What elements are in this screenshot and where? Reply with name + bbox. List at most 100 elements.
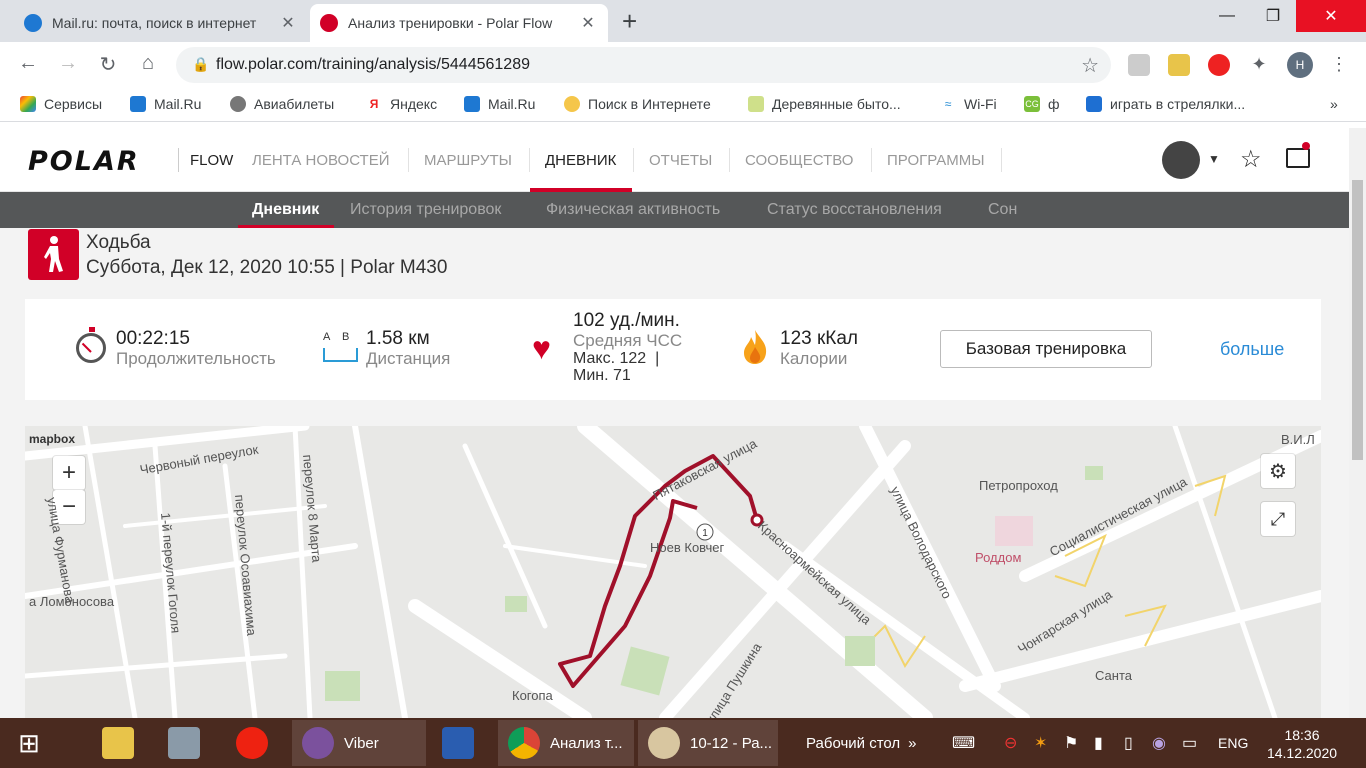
tab-mailru[interactable]: Mail.ru: почта, поиск в интернет ✕	[14, 4, 308, 42]
divider	[529, 148, 530, 172]
notifications-icon[interactable]	[1286, 142, 1310, 168]
lock-icon[interactable]: 🔒	[192, 56, 209, 73]
system-clock[interactable]: 18:36 14.12.2020	[1264, 726, 1340, 762]
nav-routes[interactable]: МАРШРУТЫ	[424, 152, 512, 169]
nav-diary[interactable]: ДНЕВНИК	[545, 152, 616, 169]
polar-logo[interactable]: POLAR	[28, 146, 140, 177]
maximize-button[interactable]: ❐	[1250, 0, 1296, 32]
apps-grid-icon	[20, 96, 36, 112]
extension-grid-icon[interactable]	[1168, 54, 1190, 76]
chevron-down-icon[interactable]: ▼	[1208, 152, 1220, 166]
network-signal-icon[interactable]: ▮	[1094, 720, 1103, 766]
forward-arrow-icon[interactable]: →	[54, 52, 82, 75]
bookmark-wooden[interactable]: Деревянные быто...	[748, 96, 901, 112]
divider	[178, 148, 179, 172]
bookmark-search[interactable]: Поиск в Интернете	[564, 96, 711, 112]
user-avatar[interactable]	[1162, 141, 1200, 179]
settings-gear-icon[interactable]: ⚙	[1261, 454, 1295, 488]
polar-header: POLAR FLOW ЛЕНТА НОВОСТЕЙ МАРШРУТЫ ДНЕВН…	[0, 128, 1349, 192]
taskbar-label: Рабочий стол	[806, 734, 901, 752]
close-window-button[interactable]: ✕	[1296, 0, 1366, 32]
flag-icon[interactable]: ⚑	[1064, 720, 1078, 766]
route-map[interactable]: 1 mapbox + − ⚙ ⤢ Червоный переулок улица…	[25, 426, 1321, 718]
nav-community[interactable]: СООБЩЕСТВО	[745, 152, 853, 169]
bookmark-flights[interactable]: Авиабилеты	[230, 96, 334, 112]
nav-newsfeed[interactable]: ЛЕНТА НОВОСТЕЙ	[252, 152, 389, 169]
taskbar-save[interactable]	[432, 720, 484, 766]
min-hr: Мин. 71	[573, 367, 631, 384]
taskbar-label: Анализ т...	[550, 734, 623, 752]
windows-start-icon[interactable]: ⊞	[0, 720, 58, 766]
map-label: Петропроход	[979, 478, 1058, 493]
bookmark-label: Mail.Ru	[488, 96, 536, 112]
new-tab-button[interactable]: +	[622, 6, 637, 37]
bookmark-games[interactable]: играть в стрелялки...	[1086, 96, 1245, 112]
folder-icon	[102, 727, 134, 759]
subnav-sleep[interactable]: Сон	[988, 201, 1017, 219]
taskbar-explorer[interactable]	[92, 720, 144, 766]
taskbar-opera[interactable]	[226, 720, 278, 766]
opera-icon	[236, 727, 268, 759]
display-icon[interactable]: ▭	[1182, 720, 1197, 766]
battery-icon[interactable]: ▯	[1124, 720, 1133, 766]
viber-icon	[302, 727, 334, 759]
bookmark-label: Mail.Ru	[154, 96, 202, 112]
extension-mail-icon[interactable]	[1128, 54, 1150, 76]
menu-dots-icon[interactable]: ⋮	[1328, 54, 1350, 76]
viber-tray-icon[interactable]: ◉	[1152, 720, 1166, 766]
taskbar-paint[interactable]: 10-12 - Ра...	[638, 720, 778, 766]
taskbar-viber[interactable]: Viber	[292, 720, 426, 766]
taskbar-chrome[interactable]: Анализ т...	[498, 720, 634, 766]
nav-reports[interactable]: ОТЧЕТЫ	[649, 152, 712, 169]
tab-polar-flow[interactable]: Анализ тренировки - Polar Flow ✕	[310, 4, 608, 42]
bookmark-label: ф	[1048, 96, 1060, 112]
reload-icon[interactable]: ↻	[94, 52, 122, 77]
minimize-button[interactable]: —	[1204, 0, 1250, 32]
language-indicator[interactable]: ENG	[1218, 720, 1248, 766]
bookmarks-overflow-icon[interactable]: »	[1330, 96, 1338, 112]
bookmark-label: Яндекс	[390, 96, 438, 112]
bookmark-wifi[interactable]: ≈ Wi-Fi	[940, 96, 997, 112]
home-icon[interactable]: ⌂	[134, 52, 162, 75]
training-type-button[interactable]: Базовая тренировка	[940, 330, 1152, 368]
puzzle-icon[interactable]: ✦	[1248, 54, 1270, 76]
fullscreen-icon[interactable]: ⤢	[1261, 502, 1295, 536]
duration-value: 00:22:15	[116, 328, 190, 349]
tab-close-icon[interactable]: ✕	[278, 13, 298, 33]
profile-avatar[interactable]: H	[1287, 52, 1313, 78]
nav-programs[interactable]: ПРОГРАММЫ	[887, 152, 985, 169]
diary-subnav: Дневник История тренировок Физическая ак…	[0, 192, 1349, 228]
subnav-diary[interactable]: Дневник	[252, 201, 319, 219]
bookmarks-bar: Сервисы Mail.Ru Авиабилеты Я Яндекс Mail…	[0, 88, 1366, 122]
no-entry-icon[interactable]: ⊖	[1004, 720, 1017, 766]
more-link[interactable]: больше	[1220, 339, 1284, 360]
bookmark-f[interactable]: CG ф	[1024, 96, 1060, 112]
tray-app-icon[interactable]: ✶	[1034, 720, 1047, 766]
wifi-icon: ≈	[944, 97, 952, 111]
bookmark-mailru-2[interactable]: Mail.Ru	[464, 96, 535, 112]
divider	[408, 148, 409, 172]
bookmark-mailru[interactable]: Mail.Ru	[130, 96, 201, 112]
opera-extension-icon[interactable]	[1208, 54, 1230, 76]
bookmark-star-icon[interactable]: ☆	[1081, 53, 1099, 78]
subnav-activity[interactable]: Физическая активность	[546, 201, 720, 219]
subnav-training-history[interactable]: История тренировок	[350, 201, 501, 219]
address-bar[interactable]: 🔒 flow.polar.com/training/analysis/54445…	[176, 47, 1111, 83]
favorites-star-icon[interactable]: ☆	[1240, 145, 1262, 174]
tab-close-icon[interactable]: ✕	[578, 13, 598, 33]
flow-label: FLOW	[190, 152, 234, 169]
scrollbar-thumb[interactable]	[1352, 180, 1363, 460]
cg-icon: CG	[1024, 96, 1040, 112]
bookmark-yandex[interactable]: Я Яндекс	[366, 96, 437, 112]
back-arrow-icon[interactable]: ←	[14, 52, 42, 75]
ruler-icon	[323, 348, 358, 362]
zoom-in-button[interactable]: +	[53, 456, 85, 490]
page-scrollbar[interactable]	[1349, 128, 1366, 718]
bookmark-services[interactable]: Сервисы	[20, 96, 102, 112]
subnav-recovery[interactable]: Статус восстановления	[767, 201, 942, 219]
mapbox-attribution[interactable]: mapbox	[29, 432, 75, 446]
url-text: flow.polar.com/training/analysis/5444561…	[216, 56, 530, 73]
keyboard-icon[interactable]: ⌨	[952, 720, 975, 766]
taskbar-calculator[interactable]	[158, 720, 210, 766]
taskbar-desktop[interactable]: Рабочий стол »	[806, 720, 917, 766]
